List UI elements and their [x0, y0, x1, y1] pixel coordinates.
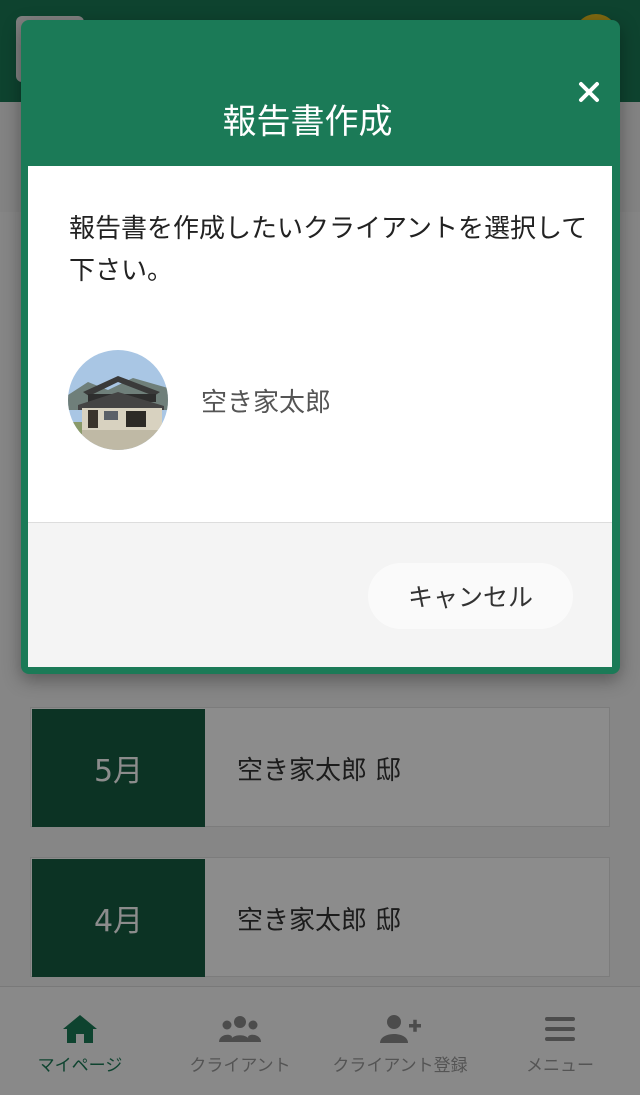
- create-report-modal: 報告書作成 報告書を作成したいクライアントを選択して下さい。 空き家太郎 キャン…: [21, 20, 620, 674]
- close-icon: [579, 82, 599, 102]
- client-name: 空き家太郎: [201, 387, 332, 418]
- modal-message: 報告書を作成したいクライアントを選択して下さい。: [69, 214, 588, 286]
- modal-footer: キャンセル: [28, 522, 612, 667]
- modal-title: 報告書作成: [222, 102, 393, 142]
- client-option[interactable]: 空き家太郎: [68, 349, 568, 451]
- close-button[interactable]: [561, 64, 617, 120]
- cancel-button[interactable]: キャンセル: [368, 563, 573, 629]
- client-avatar: [68, 350, 168, 450]
- page: 5月 空き家太郎 邸 4月 空き家太郎 邸 マイページ クライアント クライアン…: [0, 0, 640, 1095]
- modal-body: 報告書を作成したいクライアントを選択して下さい。 空き家太郎: [28, 166, 612, 522]
